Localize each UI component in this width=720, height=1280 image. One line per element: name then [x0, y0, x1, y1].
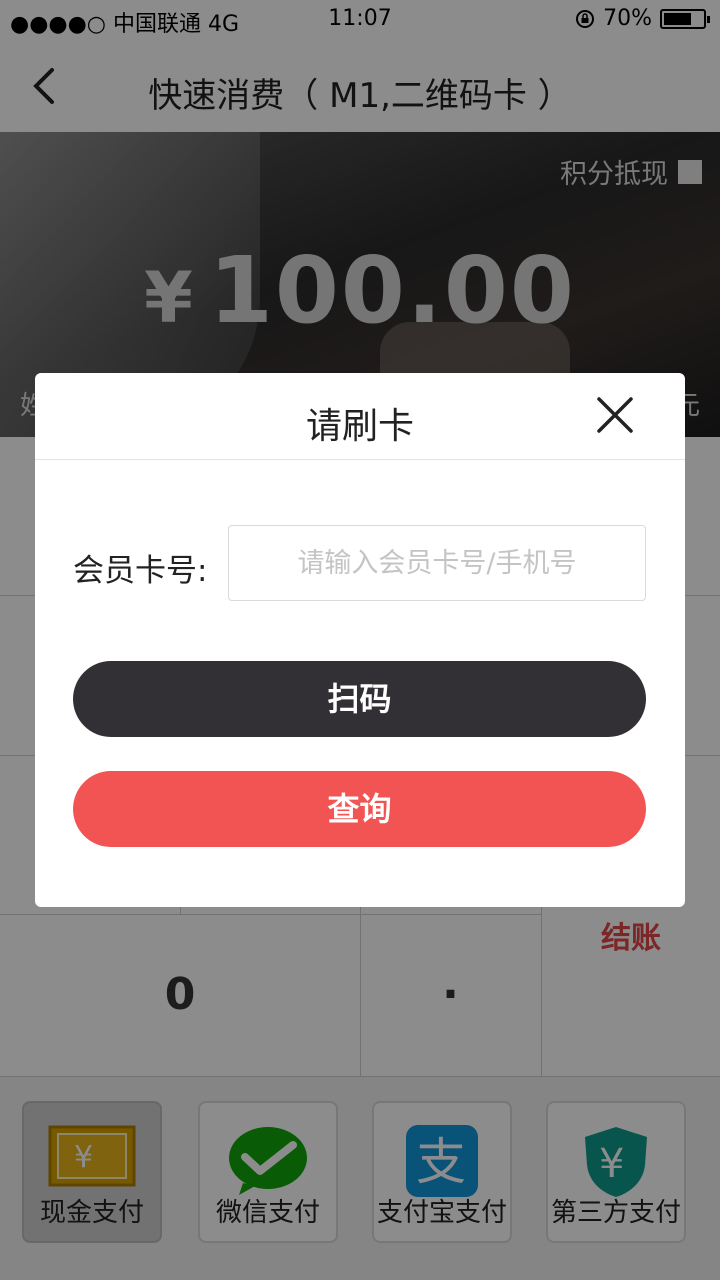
dialog-title: 请刷卡: [305, 406, 414, 447]
member-card-label: 会员卡号:: [73, 553, 208, 589]
scan-button[interactable]: 扫码: [73, 661, 646, 737]
close-icon[interactable]: [593, 393, 637, 437]
query-button[interactable]: 查询: [73, 771, 646, 847]
swipe-card-dialog: 请刷卡 会员卡号: 扫码 查询: [35, 373, 685, 907]
dialog-divider: [35, 459, 685, 460]
member-card-input[interactable]: [228, 525, 646, 601]
